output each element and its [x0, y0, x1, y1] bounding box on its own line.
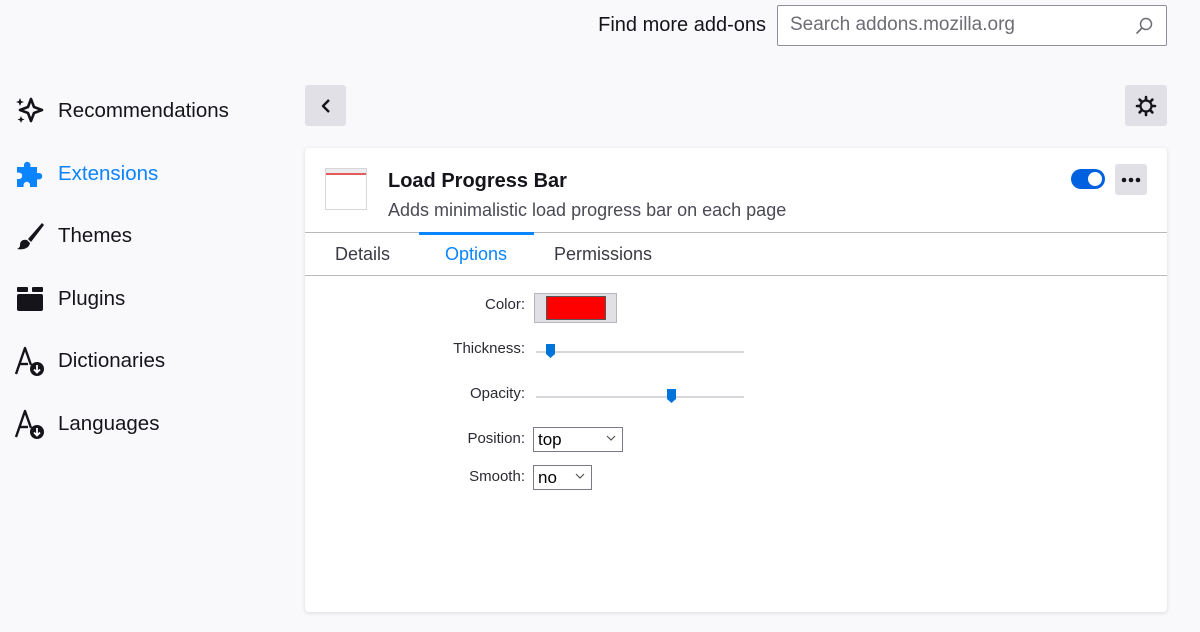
thickness-slider[interactable]: [536, 344, 744, 360]
sidebar-item-label: Recommendations: [58, 99, 229, 123]
addon-card: Load Progress Bar Adds minimalistic load…: [305, 148, 1167, 612]
sparkles-icon: [14, 95, 46, 127]
find-more-addons-label: Find more add-ons: [598, 13, 766, 36]
addon-card-header: Load Progress Bar Adds minimalistic load…: [305, 148, 1167, 232]
sidebar-item-dictionaries[interactable]: Dictionaries: [0, 330, 280, 393]
opacity-slider[interactable]: [536, 389, 744, 405]
ellipsis-icon: [1121, 177, 1141, 182]
smooth-select[interactable]: no: [533, 465, 592, 490]
back-button[interactable]: [305, 85, 346, 126]
language-icon: [14, 408, 46, 440]
slider-thumb[interactable]: [545, 344, 555, 358]
slider-thumb[interactable]: [667, 389, 677, 403]
gear-icon: [1135, 95, 1157, 116]
plugin-icon: [14, 283, 46, 315]
sidebar-item-label: Extensions: [58, 161, 159, 185]
sidebar-item-label: Dictionaries: [58, 349, 166, 373]
smooth-select-value: no: [538, 467, 557, 487]
brush-icon: [14, 220, 46, 252]
color-picker[interactable]: [534, 293, 617, 323]
addon-name: Load Progress Bar: [388, 170, 567, 192]
sidebar-item-languages[interactable]: Languages: [0, 393, 280, 456]
color-label: Color:: [484, 296, 525, 313]
tab-details[interactable]: Details: [335, 233, 390, 275]
color-swatch-fill: [545, 296, 606, 320]
search-input[interactable]: [790, 14, 1130, 36]
position-select-value: top: [538, 429, 562, 449]
smooth-label: Smooth:: [469, 468, 525, 485]
dictionary-icon: [14, 345, 46, 377]
sidebar-item-plugins[interactable]: Plugins: [0, 268, 280, 331]
settings-button[interactable]: [1125, 85, 1167, 126]
addon-tabs: Details Options Permissions: [305, 232, 1167, 276]
sidebar: Recommendations Extensions Themes Plugin…: [0, 80, 280, 455]
opacity-label: Opacity:: [469, 385, 525, 402]
toggle-knob: [1088, 172, 1102, 186]
thickness-label: Thickness:: [453, 340, 525, 357]
sidebar-item-extensions[interactable]: Extensions: [0, 143, 280, 206]
chevron-down-icon: [575, 473, 585, 479]
sidebar-item-label: Languages: [58, 411, 160, 435]
addon-enable-toggle[interactable]: [1071, 169, 1105, 189]
search-box[interactable]: [777, 4, 1167, 46]
chevron-left-icon: [321, 98, 330, 113]
sidebar-item-label: Plugins: [58, 286, 126, 310]
puzzle-icon: [14, 158, 46, 190]
more-options-button[interactable]: [1115, 164, 1147, 195]
position-label: Position:: [467, 430, 525, 447]
position-select[interactable]: top: [533, 427, 623, 452]
sidebar-item-themes[interactable]: Themes: [0, 205, 280, 268]
addon-description: Adds minimalistic load progress bar on e…: [388, 200, 787, 220]
header: Find more add-ons: [598, 4, 1167, 46]
addons-manager-page: Find more add-ons Recommendations: [0, 0, 1200, 632]
addon-logo-icon: [325, 168, 367, 210]
tab-permissions[interactable]: Permissions: [554, 233, 652, 275]
sidebar-item-label: Themes: [58, 224, 133, 248]
tab-options[interactable]: Options: [445, 233, 507, 275]
sidebar-item-recommendations[interactable]: Recommendations: [0, 80, 280, 143]
chevron-down-icon: [606, 435, 616, 441]
search-icon[interactable]: [1134, 16, 1154, 36]
